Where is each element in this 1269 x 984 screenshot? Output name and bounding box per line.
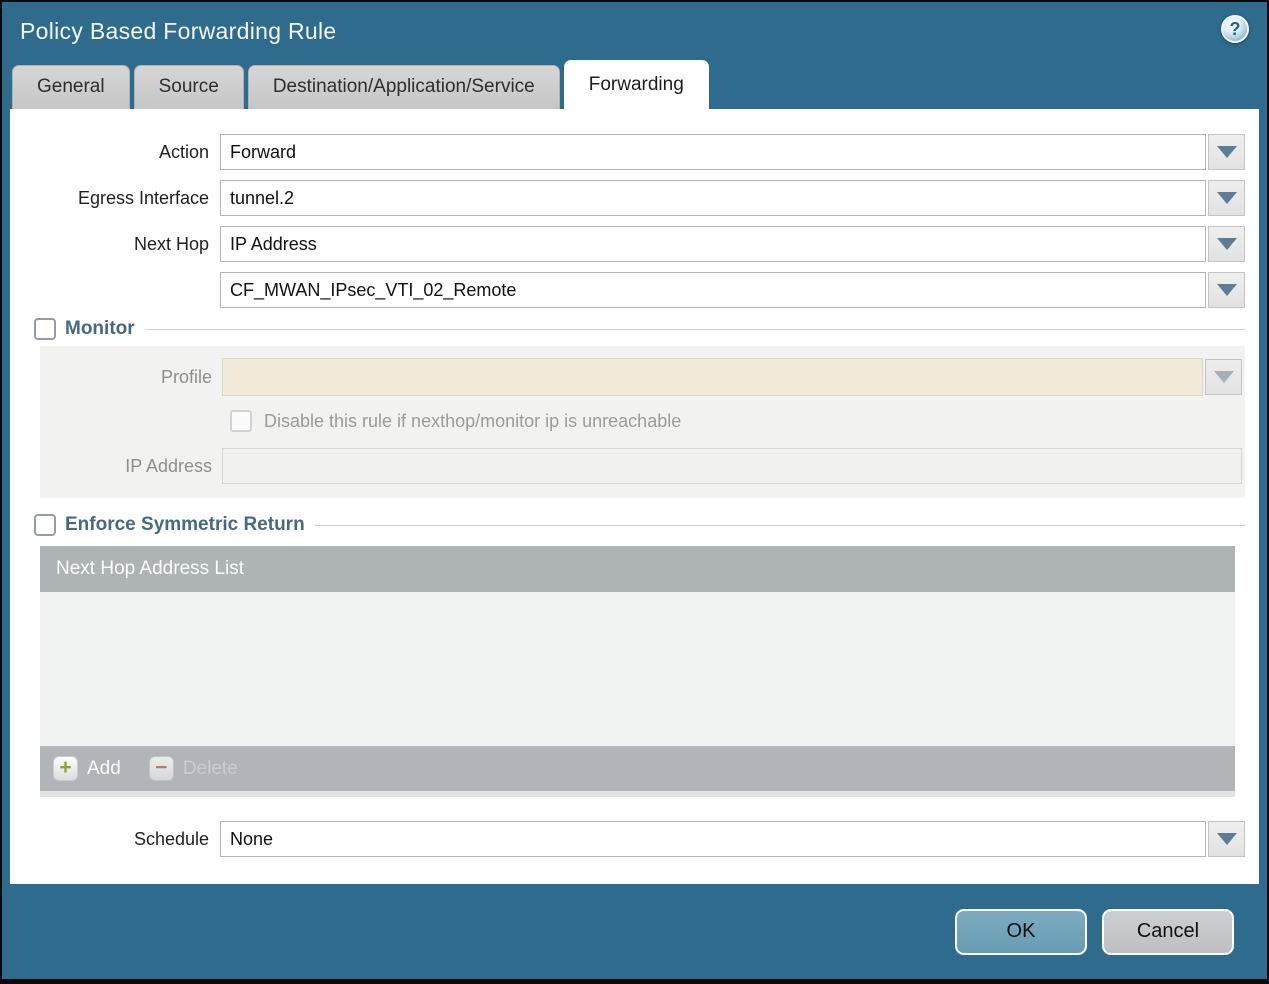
tab-forwarding[interactable]: Forwarding xyxy=(563,60,709,109)
schedule-select: None xyxy=(220,821,1245,857)
action-dropdown-button[interactable] xyxy=(1208,134,1245,170)
ok-button[interactable]: OK xyxy=(955,908,1087,955)
egress-interface-select: tunnel.2 xyxy=(220,180,1245,216)
egress-interface-dropdown-button[interactable] xyxy=(1208,180,1245,216)
dialog-footer: OK Cancel xyxy=(2,884,1267,979)
profile-label: Profile xyxy=(160,366,212,387)
egress-interface-row: Egress Interface tunnel.2 xyxy=(10,180,1259,216)
next-hop-dropdown-button[interactable] xyxy=(1208,226,1245,262)
profile-dropdown-button xyxy=(1205,359,1242,395)
table-footer: + Add − Delete xyxy=(40,746,1235,791)
forwarding-tab-content: Action Forward Egress Interface tunnel.2 xyxy=(10,109,1259,884)
next-hop-address-row: CF_MWAN_IPsec_VTI_02_Remote xyxy=(10,272,1259,308)
title-bar: Policy Based Forwarding Rule ? xyxy=(2,2,1267,60)
tab-destination-application-service[interactable]: Destination/Application/Service xyxy=(247,65,560,109)
monitor-ip-address-label: IP Address xyxy=(125,455,212,476)
disable-rule-row: Disable this rule if nexthop/monitor ip … xyxy=(40,410,1245,432)
disable-rule-label: Disable this rule if nexthop/monitor ip … xyxy=(264,410,682,431)
monitor-panel: Profile Disable this rule if nexthop/mon… xyxy=(40,346,1245,498)
policy-based-forwarding-dialog: Policy Based Forwarding Rule ? General S… xyxy=(2,2,1267,979)
add-button-label: Add xyxy=(87,757,121,779)
delete-button: − Delete xyxy=(148,756,238,781)
profile-row: Profile xyxy=(40,358,1245,396)
chevron-down-icon xyxy=(1216,192,1237,204)
egress-interface-value[interactable]: tunnel.2 xyxy=(220,180,1206,216)
enforce-symmetric-return-section: Enforce Symmetric Return Next Hop Addres… xyxy=(32,514,1245,797)
monitor-section: Monitor Profile Disable this rule if nex… xyxy=(32,318,1245,498)
help-icon[interactable]: ? xyxy=(1221,15,1249,43)
monitor-ip-address-row: IP Address xyxy=(40,448,1245,484)
monitor-legend-label: Monitor xyxy=(65,318,135,339)
next-hop-select: IP Address xyxy=(220,226,1245,262)
enforce-symmetric-return-label: Enforce Symmetric Return xyxy=(65,514,305,535)
next-hop-address-value[interactable]: CF_MWAN_IPsec_VTI_02_Remote xyxy=(220,272,1206,308)
disable-rule-checkbox xyxy=(230,410,252,432)
tab-source[interactable]: Source xyxy=(133,65,244,109)
monitor-checkbox[interactable] xyxy=(34,318,56,340)
chevron-down-icon xyxy=(1216,146,1237,158)
action-select: Forward xyxy=(220,134,1245,170)
page-title: Policy Based Forwarding Rule xyxy=(20,17,337,44)
profile-value xyxy=(222,358,1203,396)
add-button[interactable]: + Add xyxy=(53,756,121,781)
chevron-down-icon xyxy=(1213,371,1234,383)
cancel-button[interactable]: Cancel xyxy=(1102,908,1234,955)
plus-icon: + xyxy=(53,756,78,781)
table-bottom-strip xyxy=(40,791,1235,797)
table-header-label: Next Hop Address List xyxy=(56,558,244,579)
action-label: Action xyxy=(158,141,209,162)
chevron-down-icon xyxy=(1216,284,1237,296)
schedule-label: Schedule xyxy=(133,828,209,849)
schedule-dropdown-button[interactable] xyxy=(1208,821,1245,857)
monitor-ip-address-input xyxy=(222,448,1242,484)
delete-button-label: Delete xyxy=(182,757,238,779)
tab-general[interactable]: General xyxy=(12,65,130,109)
tab-bar: General Source Destination/Application/S… xyxy=(2,60,1267,109)
monitor-legend: Monitor xyxy=(32,318,145,340)
enforce-symmetric-return-checkbox[interactable] xyxy=(34,514,56,536)
schedule-row: Schedule None xyxy=(10,821,1259,857)
screen-frame: Policy Based Forwarding Rule ? General S… xyxy=(0,0,1269,984)
next-hop-row: Next Hop IP Address xyxy=(10,226,1259,262)
next-hop-address-dropdown-button[interactable] xyxy=(1208,272,1245,308)
chevron-down-icon xyxy=(1216,833,1237,845)
minus-icon: − xyxy=(148,756,174,781)
action-row: Action Forward xyxy=(10,134,1259,170)
next-hop-address-list-table: Next Hop Address List + Add − Delete xyxy=(40,546,1235,797)
table-header: Next Hop Address List xyxy=(40,546,1235,592)
next-hop-label: Next Hop xyxy=(133,233,209,254)
next-hop-value[interactable]: IP Address xyxy=(220,226,1206,262)
schedule-value[interactable]: None xyxy=(220,821,1206,857)
next-hop-address-select: CF_MWAN_IPsec_VTI_02_Remote xyxy=(220,272,1245,308)
table-body[interactable] xyxy=(40,592,1235,746)
chevron-down-icon xyxy=(1216,238,1237,250)
egress-interface-label: Egress Interface xyxy=(77,187,209,208)
action-value[interactable]: Forward xyxy=(220,134,1206,170)
enforce-symmetric-return-legend: Enforce Symmetric Return xyxy=(32,514,315,536)
